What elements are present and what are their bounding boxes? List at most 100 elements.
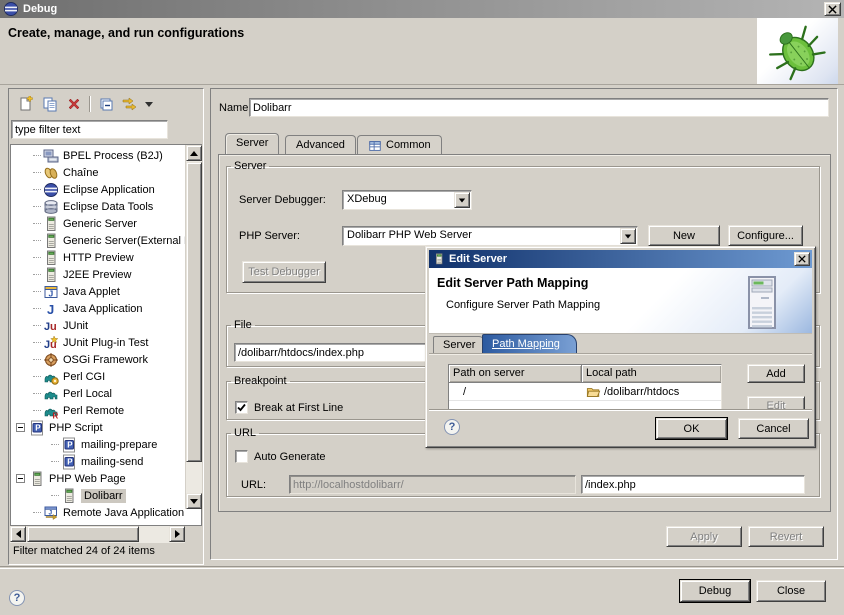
- dialog-tab-server[interactable]: Server: [433, 336, 485, 353]
- configurations-sidebar: BPEL Process (B2J) Chaîne Eclipse Applic…: [8, 88, 204, 565]
- server-debugger-select[interactable]: XDebug: [342, 190, 472, 210]
- tab-server[interactable]: Server: [225, 133, 279, 154]
- delete-icon[interactable]: [65, 96, 82, 113]
- tree-item[interactable]: Perl Local: [11, 385, 201, 402]
- tree-item-selected[interactable]: Dolibarr: [11, 487, 201, 504]
- close-button[interactable]: Close: [756, 580, 826, 602]
- tab-common[interactable]: Common: [357, 135, 442, 154]
- dialog-heading: Edit Server Path Mapping: [437, 276, 588, 290]
- chevron-down-icon[interactable]: [454, 192, 470, 208]
- window-titlebar[interactable]: Debug: [0, 0, 844, 18]
- scroll-left-icon[interactable]: [10, 526, 26, 542]
- tree-horizontal-scrollbar[interactable]: [10, 526, 185, 543]
- java-applet-icon: [43, 284, 59, 300]
- tab-advanced[interactable]: Advanced: [285, 135, 356, 154]
- scroll-up-icon[interactable]: [186, 145, 202, 161]
- dialog-tab-path-mapping[interactable]: Path Mapping: [482, 334, 577, 353]
- scrollbar-thumb[interactable]: [27, 526, 139, 542]
- filter-icon[interactable]: [121, 96, 138, 113]
- server-icon: [43, 216, 59, 232]
- scroll-down-icon[interactable]: [186, 493, 202, 509]
- check-icon: [237, 403, 246, 412]
- banner-title: Create, manage, and run configurations: [8, 26, 244, 40]
- url-path-input[interactable]: [581, 475, 805, 494]
- junit-icon: [43, 318, 59, 334]
- auto-generate-checkbox[interactable]: [235, 450, 248, 463]
- add-mapping-button[interactable]: Add: [747, 364, 805, 383]
- filter-input[interactable]: [11, 120, 168, 139]
- tree-item[interactable]: JUnit: [11, 317, 201, 334]
- dialog-titlebar[interactable]: Edit Server: [429, 250, 812, 268]
- revert-button[interactable]: Revert: [748, 526, 824, 547]
- tree-item[interactable]: HTTP Preview: [11, 249, 201, 266]
- chevron-down-icon[interactable]: [620, 228, 636, 244]
- php-server-select[interactable]: Dolibarr PHP Web Server: [342, 226, 638, 246]
- apply-button[interactable]: Apply: [666, 526, 742, 547]
- tree-vertical-scrollbar[interactable]: [185, 145, 202, 509]
- column-header-local-path[interactable]: Local path: [582, 365, 721, 383]
- tree-item[interactable]: BPEL Process (B2J): [11, 147, 201, 164]
- dialog-close-button[interactable]: [794, 252, 810, 266]
- dialog-header: Edit Server Path Mapping Configure Serve…: [429, 268, 812, 334]
- tree-item[interactable]: Java Applet: [11, 283, 201, 300]
- tree-item[interactable]: Generic Server: [11, 215, 201, 232]
- scroll-right-icon[interactable]: [169, 526, 185, 542]
- ok-button[interactable]: OK: [656, 418, 727, 439]
- tree-item[interactable]: Java Application: [11, 300, 201, 317]
- configuration-tree: BPEL Process (B2J) Chaîne Eclipse Applic…: [10, 144, 202, 526]
- tree-item[interactable]: J2EE Preview: [11, 266, 201, 283]
- debug-button[interactable]: Debug: [680, 580, 750, 602]
- server-tower-icon: [747, 275, 777, 330]
- tree-item[interactable]: Perl Remote: [11, 402, 201, 419]
- footer-separator: [0, 566, 844, 568]
- dialog-banner: Create, manage, and run configurations: [0, 18, 844, 85]
- name-input[interactable]: [249, 98, 829, 117]
- help-icon[interactable]: ?: [444, 419, 460, 435]
- tree-item[interactable]: Eclipse Application: [11, 181, 201, 198]
- collapse-expander-icon[interactable]: [16, 423, 25, 432]
- tree-item[interactable]: Perl CGI: [11, 368, 201, 385]
- tree-item[interactable]: OSGi Framework: [11, 351, 201, 368]
- new-server-button[interactable]: New: [648, 225, 720, 246]
- tree-item[interactable]: Eclipse Data Tools: [11, 198, 201, 215]
- perl-cgi-icon: [43, 369, 59, 385]
- tree-item[interactable]: Generic Server(External La: [11, 232, 201, 249]
- break-first-line-label: Break at First Line: [254, 402, 343, 414]
- tree-item[interactable]: Remote Java Application: [11, 504, 201, 521]
- remote-java-icon: [43, 505, 59, 521]
- cancel-button[interactable]: Cancel: [738, 418, 809, 439]
- duplicate-icon[interactable]: [41, 96, 58, 113]
- dropdown-arrow-icon[interactable]: [145, 102, 153, 107]
- configure-server-button[interactable]: Configure...: [728, 225, 803, 246]
- server-icon: [43, 267, 59, 283]
- server-debugger-label: Server Debugger:: [239, 194, 326, 206]
- tree-item[interactable]: mailing-prepare: [11, 436, 201, 453]
- collapse-all-icon[interactable]: [97, 96, 114, 113]
- window-title: Debug: [23, 3, 57, 15]
- column-header-path-on-server[interactable]: Path on server: [449, 365, 582, 383]
- new-configuration-icon[interactable]: [17, 96, 34, 113]
- collapse-expander-icon[interactable]: [16, 474, 25, 483]
- server-icon: [43, 250, 59, 266]
- scrollbar-thumb[interactable]: [186, 162, 202, 462]
- table-cell-local-path[interactable]: /dolibarr/htdocs: [582, 383, 721, 401]
- osgi-icon: [43, 352, 59, 368]
- help-icon[interactable]: ?: [9, 590, 25, 606]
- tree-item[interactable]: mailing-send: [11, 453, 201, 470]
- window-close-button[interactable]: [824, 2, 841, 16]
- test-debugger-button[interactable]: Test Debugger: [242, 261, 326, 283]
- php-icon: [61, 437, 77, 453]
- chaine-icon: [43, 165, 59, 181]
- path-mapping-table[interactable]: Path on server Local path / /dolibarr/ht…: [448, 364, 722, 410]
- close-icon: [798, 255, 806, 263]
- server-icon: [433, 252, 445, 266]
- server-icon: [29, 471, 45, 487]
- tree-item[interactable]: JUnit Plug-in Test: [11, 334, 201, 351]
- url-base-input[interactable]: [289, 475, 576, 494]
- break-first-line-checkbox[interactable]: [235, 401, 248, 414]
- table-cell-server-path[interactable]: /: [449, 383, 582, 401]
- tree-item[interactable]: PHP Web Page: [11, 470, 201, 487]
- perl-icon: [43, 386, 59, 402]
- tree-item[interactable]: PHP Script: [11, 419, 201, 436]
- tree-item[interactable]: Chaîne: [11, 164, 201, 181]
